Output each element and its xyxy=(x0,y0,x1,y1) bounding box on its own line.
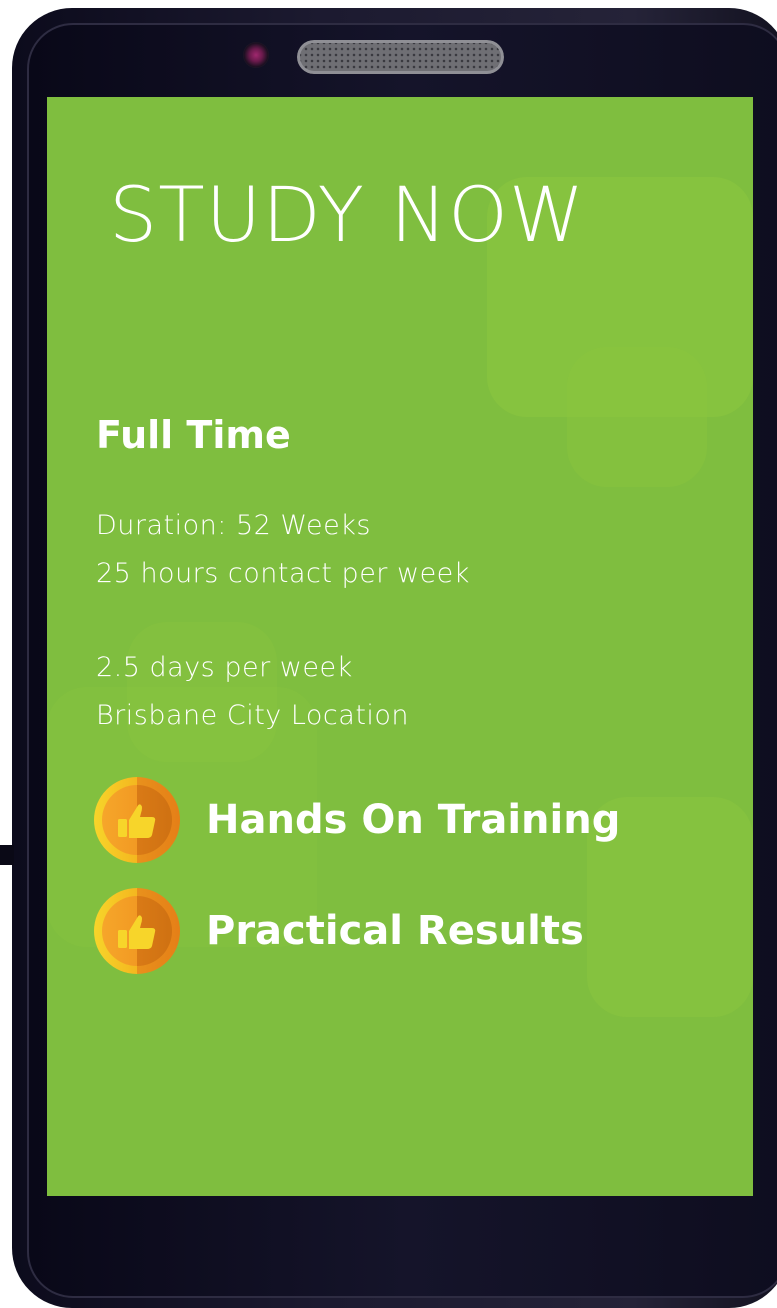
feature-item: Hands On Training xyxy=(94,777,620,863)
contact-hours-text: 25 hours contact per week xyxy=(96,558,470,589)
background-thumb-shape xyxy=(567,347,707,487)
thumbs-up-icon xyxy=(94,888,180,974)
phone-side-button xyxy=(0,845,14,865)
camera-icon xyxy=(243,42,269,68)
phone-screen: STUDY NOW Full Time Duration: 52 Weeks 2… xyxy=(47,97,753,1196)
feature-label: Hands On Training xyxy=(206,797,621,843)
feature-item: Practical Results xyxy=(94,888,584,974)
speaker-grille xyxy=(297,40,504,74)
location-text: Brisbane City Location xyxy=(96,700,410,731)
thumbs-up-icon xyxy=(94,777,180,863)
duration-text: Duration: 52 Weeks xyxy=(96,510,371,541)
feature-label: Practical Results xyxy=(206,908,584,954)
page-title: STUDY NOW xyxy=(109,170,586,259)
section-heading: Full Time xyxy=(96,413,291,457)
days-per-week-text: 2.5 days per week xyxy=(96,652,353,683)
